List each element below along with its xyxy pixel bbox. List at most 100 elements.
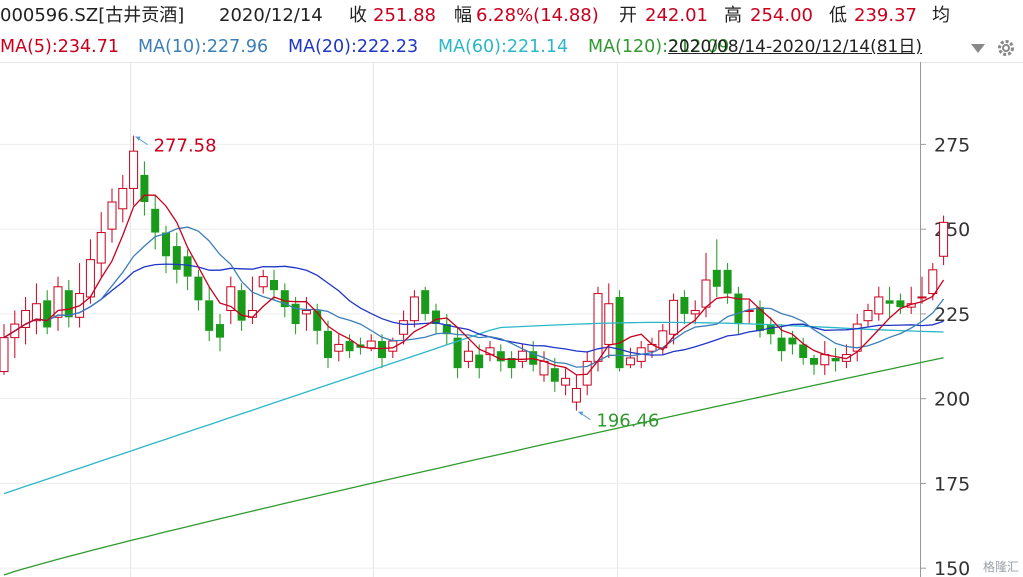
price-axis-ticks: 150175200225250275 bbox=[920, 134, 970, 577]
open-label: 开 bbox=[619, 5, 637, 26]
extreme-annotations: 277.58 196.46 bbox=[135, 136, 659, 432]
dropdown-triangle-icon[interactable] bbox=[968, 38, 988, 58]
candle-down bbox=[507, 351, 516, 379]
candle-body bbox=[118, 187, 128, 210]
candle-body bbox=[183, 256, 192, 277]
candle-down bbox=[615, 290, 624, 372]
candle-down bbox=[172, 232, 181, 284]
candle-up bbox=[744, 300, 754, 325]
candle-body bbox=[475, 354, 484, 369]
ma120-line bbox=[3, 357, 944, 576]
ma20-label: MA(20):222.23 bbox=[288, 37, 419, 57]
candle-up bbox=[409, 290, 419, 328]
candle-body bbox=[690, 310, 700, 315]
candle-up bbox=[31, 283, 41, 335]
candle-body bbox=[680, 296, 689, 314]
candle-up bbox=[96, 212, 106, 277]
candle-body bbox=[366, 340, 376, 349]
candle-body bbox=[43, 300, 52, 328]
candle-body bbox=[571, 387, 581, 403]
candle-body bbox=[939, 221, 949, 257]
candle-body bbox=[162, 232, 170, 257]
ma60-label: MA(60):221.14 bbox=[438, 37, 569, 57]
candle-up bbox=[539, 351, 549, 382]
candle-body bbox=[550, 368, 559, 382]
price-annotation: 196.46 bbox=[578, 411, 659, 432]
candle-body bbox=[378, 341, 386, 358]
candlestick-chart: 150175200225250275 277.58196.46 bbox=[0, 62, 1023, 577]
settings-gear-icon[interactable] bbox=[996, 38, 1016, 58]
annotation-label: 196.46 bbox=[596, 411, 659, 432]
y-tick-label: 275 bbox=[934, 134, 970, 156]
candle-body bbox=[421, 290, 430, 314]
candle-up bbox=[571, 374, 581, 411]
candle-body bbox=[799, 344, 808, 358]
candle-body bbox=[896, 300, 905, 308]
y-tick-label: 150 bbox=[934, 558, 970, 577]
candle-down bbox=[216, 313, 224, 352]
high-value: 254.00 bbox=[750, 5, 813, 26]
open-value: 242.01 bbox=[645, 5, 708, 26]
candle-down bbox=[140, 161, 149, 216]
ma5-label: MA(5):234.71 bbox=[0, 37, 119, 57]
candle-down bbox=[734, 286, 743, 335]
y-tick-label: 175 bbox=[934, 473, 970, 495]
ma10-label: MA(10):227.96 bbox=[138, 37, 269, 57]
close-value: 251.88 bbox=[373, 5, 436, 26]
candle-body bbox=[21, 310, 31, 328]
candle-down bbox=[291, 296, 300, 335]
candle-down bbox=[831, 347, 840, 372]
candle-body bbox=[917, 296, 927, 299]
candle-body bbox=[194, 276, 203, 301]
candle-body bbox=[820, 354, 830, 366]
candle-body bbox=[615, 296, 624, 369]
date-range-selector[interactable]: 2020/08/14-2020/12/14(81日) bbox=[668, 34, 922, 60]
candle-down bbox=[885, 286, 894, 318]
candle-body bbox=[205, 300, 214, 331]
candle-up bbox=[107, 188, 117, 243]
candle-body bbox=[539, 360, 549, 376]
candle-up bbox=[75, 263, 85, 328]
candle-down bbox=[237, 283, 246, 331]
candle-up bbox=[939, 215, 949, 266]
candle-body bbox=[334, 343, 344, 352]
candle-up bbox=[10, 310, 20, 358]
candle-up bbox=[258, 269, 268, 294]
candle-body bbox=[723, 269, 732, 294]
candle-down bbox=[205, 286, 214, 342]
candle-body bbox=[874, 296, 884, 315]
moving-average-lines bbox=[3, 194, 945, 576]
candle-body bbox=[561, 377, 571, 386]
candle-body bbox=[625, 357, 635, 366]
candle-up bbox=[561, 368, 571, 396]
candle-body bbox=[31, 303, 41, 322]
candle-body bbox=[107, 201, 117, 230]
candle-body bbox=[301, 310, 311, 315]
candle-body bbox=[313, 310, 322, 331]
candle-up bbox=[21, 296, 31, 345]
candle-body bbox=[669, 299, 679, 335]
candle-body bbox=[64, 290, 73, 318]
stock-code: 000596.SZ[古井贡酒] bbox=[0, 5, 185, 26]
candle-body bbox=[788, 337, 797, 345]
candle-up bbox=[582, 351, 592, 396]
candle-up bbox=[820, 341, 830, 375]
candle-down bbox=[183, 249, 192, 291]
candle-body bbox=[777, 337, 786, 352]
price-annotation: 277.58 bbox=[135, 136, 217, 157]
candle-body bbox=[810, 357, 818, 365]
candle-body bbox=[270, 280, 278, 291]
candle-body bbox=[885, 300, 894, 304]
candle-body bbox=[432, 310, 440, 325]
candle-body bbox=[409, 296, 419, 322]
candle-body bbox=[604, 303, 614, 345]
candle-body bbox=[216, 324, 224, 338]
candle-body bbox=[345, 341, 354, 352]
candle-body bbox=[399, 320, 409, 335]
candle-down bbox=[194, 269, 203, 311]
y-tick-label: 200 bbox=[934, 389, 970, 411]
candle-down bbox=[810, 354, 818, 375]
change-label: 幅 bbox=[454, 5, 472, 26]
quote-info-bar: 000596.SZ[古井贡酒] 2020/12/14 收 251.88 幅 6.… bbox=[0, 0, 1023, 32]
candle-down bbox=[43, 290, 52, 335]
